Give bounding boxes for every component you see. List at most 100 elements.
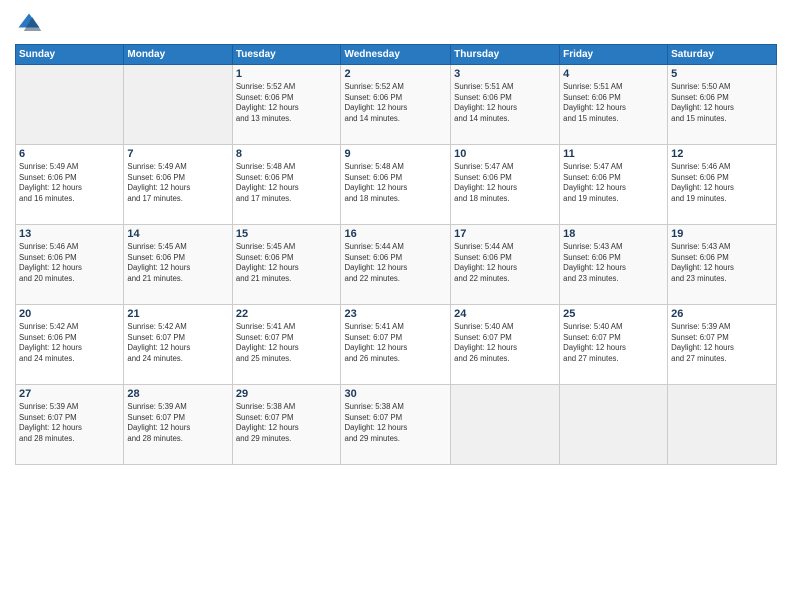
logo [15, 10, 47, 38]
calendar-cell: 6 Sunrise: 5:49 AM Sunset: 6:06 PM Daylig… [16, 145, 124, 225]
calendar-cell: 14 Sunrise: 5:45 AM Sunset: 6:06 PM Dayli… [124, 225, 232, 305]
calendar-cell: 21 Sunrise: 5:42 AM Sunset: 6:07 PM Dayli… [124, 305, 232, 385]
day-number: 27 [19, 388, 120, 400]
calendar-cell: 17 Sunrise: 5:44 AM Sunset: 6:06 PM Dayli… [451, 225, 560, 305]
calendar-cell: 16Sunrise: 5:44 AM Sunset: 6:06 PM Dayli… [341, 225, 451, 305]
day-info: Sunrise: 5:42 AM Sunset: 6:07 PM Dayligh… [127, 322, 228, 364]
calendar-cell [16, 65, 124, 145]
day-number: 1 [236, 68, 338, 80]
day-number: 11 [563, 148, 664, 160]
day-number: 12 [671, 148, 773, 160]
day-info: Sunrise: 5:45 AM Sunset: 6:06 PM Dayligh… [236, 242, 338, 284]
day-info: Sunrise: 5:52 AM Sunset: 6:06 PM Dayligh… [236, 82, 338, 124]
day-number: 28 [127, 388, 228, 400]
day-header-monday: Monday [124, 45, 232, 65]
calendar-cell: 4 Sunrise: 5:51 AM Sunset: 6:06 PM Daylig… [560, 65, 668, 145]
day-number: 4 [563, 68, 664, 80]
calendar: SundayMondayTuesdayWednesdayThursdayFrid… [15, 44, 777, 465]
day-number: 15 [236, 228, 338, 240]
day-info: Sunrise: 5:39 AM Sunset: 6:07 PM Dayligh… [671, 322, 773, 364]
day-header-saturday: Saturday [668, 45, 777, 65]
day-info: Sunrise: 5:39 AM Sunset: 6:07 PM Dayligh… [19, 402, 120, 444]
calendar-cell: 30 Sunrise: 5:38 AM Sunset: 6:07 PM Dayli… [341, 385, 451, 465]
calendar-cell: 11 Sunrise: 5:47 AM Sunset: 6:06 PM Dayli… [560, 145, 668, 225]
calendar-cell: 12 Sunrise: 5:46 AM Sunset: 6:06 PM Dayli… [668, 145, 777, 225]
day-info: Sunrise: 5:51 AM Sunset: 6:06 PM Dayligh… [454, 82, 556, 124]
day-header-friday: Friday [560, 45, 668, 65]
day-number: 3 [454, 68, 556, 80]
day-header-thursday: Thursday [451, 45, 560, 65]
day-info: Sunrise: 5:52 AM Sunset: 6:06 PM Dayligh… [344, 82, 447, 124]
calendar-cell: 13 Sunrise: 5:46 AM Sunset: 6:06 PM Dayli… [16, 225, 124, 305]
calendar-cell: 19 Sunrise: 5:43 AM Sunset: 6:06 PM Dayli… [668, 225, 777, 305]
calendar-cell: 9 Sunrise: 5:48 AM Sunset: 6:06 PM Daylig… [341, 145, 451, 225]
calendar-cell: 22 Sunrise: 5:41 AM Sunset: 6:07 PM Dayli… [232, 305, 341, 385]
day-header-sunday: Sunday [16, 45, 124, 65]
calendar-cell [124, 65, 232, 145]
day-number: 8 [236, 148, 338, 160]
day-info: Sunrise: 5:42 AM Sunset: 6:06 PM Dayligh… [19, 322, 120, 364]
day-info: Sunrise: 5:51 AM Sunset: 6:06 PM Dayligh… [563, 82, 664, 124]
calendar-cell: 15 Sunrise: 5:45 AM Sunset: 6:06 PM Dayli… [232, 225, 341, 305]
day-info: Sunrise: 5:44 AM Sunset: 6:06 PM Dayligh… [344, 242, 447, 284]
calendar-cell: 29 Sunrise: 5:38 AM Sunset: 6:07 PM Dayli… [232, 385, 341, 465]
day-info: Sunrise: 5:48 AM Sunset: 6:06 PM Dayligh… [236, 162, 338, 204]
calendar-cell: 10 Sunrise: 5:47 AM Sunset: 6:06 PM Dayli… [451, 145, 560, 225]
calendar-cell [668, 385, 777, 465]
header-row: SundayMondayTuesdayWednesdayThursdayFrid… [16, 45, 777, 65]
day-number: 29 [236, 388, 338, 400]
day-number: 25 [563, 308, 664, 320]
week-row-4: 27 Sunrise: 5:39 AM Sunset: 6:07 PM Dayli… [16, 385, 777, 465]
calendar-cell: 2Sunrise: 5:52 AM Sunset: 6:06 PM Daylig… [341, 65, 451, 145]
day-number: 24 [454, 308, 556, 320]
day-number: 14 [127, 228, 228, 240]
calendar-cell: 20Sunrise: 5:42 AM Sunset: 6:06 PM Dayli… [16, 305, 124, 385]
day-info: Sunrise: 5:41 AM Sunset: 6:07 PM Dayligh… [344, 322, 447, 364]
day-info: Sunrise: 5:40 AM Sunset: 6:07 PM Dayligh… [563, 322, 664, 364]
calendar-cell: 28Sunrise: 5:39 AM Sunset: 6:07 PM Dayli… [124, 385, 232, 465]
day-number: 7 [127, 148, 228, 160]
day-info: Sunrise: 5:46 AM Sunset: 6:06 PM Dayligh… [19, 242, 120, 284]
page: SundayMondayTuesdayWednesdayThursdayFrid… [0, 0, 792, 612]
calendar-cell: 18 Sunrise: 5:43 AM Sunset: 6:06 PM Dayli… [560, 225, 668, 305]
calendar-cell: 24Sunrise: 5:40 AM Sunset: 6:07 PM Dayli… [451, 305, 560, 385]
day-number: 5 [671, 68, 773, 80]
day-info: Sunrise: 5:44 AM Sunset: 6:06 PM Dayligh… [454, 242, 556, 284]
day-number: 13 [19, 228, 120, 240]
week-row-1: 6 Sunrise: 5:49 AM Sunset: 6:06 PM Daylig… [16, 145, 777, 225]
day-number: 22 [236, 308, 338, 320]
day-info: Sunrise: 5:43 AM Sunset: 6:06 PM Dayligh… [671, 242, 773, 284]
day-info: Sunrise: 5:47 AM Sunset: 6:06 PM Dayligh… [454, 162, 556, 204]
week-row-2: 13 Sunrise: 5:46 AM Sunset: 6:06 PM Dayli… [16, 225, 777, 305]
day-info: Sunrise: 5:43 AM Sunset: 6:06 PM Dayligh… [563, 242, 664, 284]
day-number: 6 [19, 148, 120, 160]
calendar-cell [560, 385, 668, 465]
calendar-cell: 25 Sunrise: 5:40 AM Sunset: 6:07 PM Dayli… [560, 305, 668, 385]
calendar-cell: 1 Sunrise: 5:52 AM Sunset: 6:06 PM Daylig… [232, 65, 341, 145]
calendar-cell: 7 Sunrise: 5:49 AM Sunset: 6:06 PM Daylig… [124, 145, 232, 225]
day-number: 21 [127, 308, 228, 320]
day-number: 10 [454, 148, 556, 160]
day-info: Sunrise: 5:49 AM Sunset: 6:06 PM Dayligh… [19, 162, 120, 204]
day-number: 9 [344, 148, 447, 160]
day-info: Sunrise: 5:41 AM Sunset: 6:07 PM Dayligh… [236, 322, 338, 364]
day-info: Sunrise: 5:38 AM Sunset: 6:07 PM Dayligh… [236, 402, 338, 444]
day-info: Sunrise: 5:46 AM Sunset: 6:06 PM Dayligh… [671, 162, 773, 204]
calendar-cell: 26Sunrise: 5:39 AM Sunset: 6:07 PM Dayli… [668, 305, 777, 385]
day-info: Sunrise: 5:50 AM Sunset: 6:06 PM Dayligh… [671, 82, 773, 124]
week-row-3: 20Sunrise: 5:42 AM Sunset: 6:06 PM Dayli… [16, 305, 777, 385]
day-number: 23 [344, 308, 447, 320]
day-info: Sunrise: 5:45 AM Sunset: 6:06 PM Dayligh… [127, 242, 228, 284]
day-header-tuesday: Tuesday [232, 45, 341, 65]
calendar-cell: 23 Sunrise: 5:41 AM Sunset: 6:07 PM Dayli… [341, 305, 451, 385]
day-info: Sunrise: 5:49 AM Sunset: 6:06 PM Dayligh… [127, 162, 228, 204]
day-info: Sunrise: 5:38 AM Sunset: 6:07 PM Dayligh… [344, 402, 447, 444]
day-info: Sunrise: 5:48 AM Sunset: 6:06 PM Dayligh… [344, 162, 447, 204]
day-number: 30 [344, 388, 447, 400]
day-header-wednesday: Wednesday [341, 45, 451, 65]
logo-icon [15, 10, 43, 38]
day-number: 19 [671, 228, 773, 240]
day-number: 18 [563, 228, 664, 240]
day-info: Sunrise: 5:47 AM Sunset: 6:06 PM Dayligh… [563, 162, 664, 204]
day-number: 17 [454, 228, 556, 240]
